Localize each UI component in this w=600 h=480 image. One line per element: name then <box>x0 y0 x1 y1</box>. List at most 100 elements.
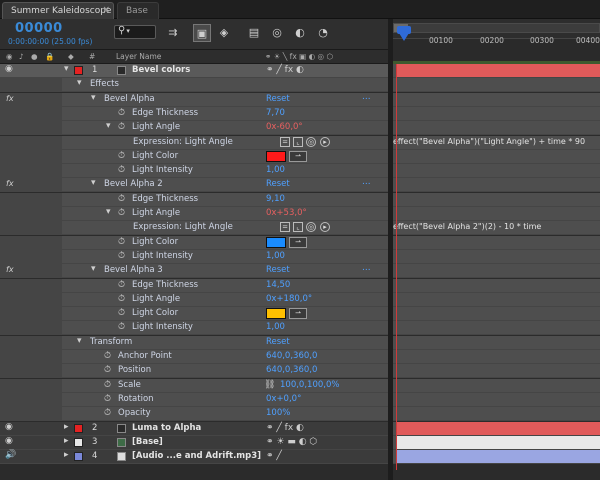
brainstorm-icon[interactable]: ◔ <box>314 24 332 42</box>
property-row[interactable]: ⏱ Opacity 100% <box>0 407 388 421</box>
timeline-track[interactable] <box>393 422 600 436</box>
timeline-track[interactable] <box>393 379 600 393</box>
expression-pickwhip-icon[interactable]: ◎ <box>306 222 316 232</box>
property-row[interactable]: ⏱ Light Intensity 1,00 <box>0 250 388 264</box>
timeline-track[interactable] <box>393 321 600 335</box>
graph-editor-icon[interactable]: ◐ <box>291 24 309 42</box>
expression-enable-icon[interactable]: = <box>280 222 290 232</box>
property-value[interactable]: 1,00 <box>266 251 285 261</box>
property-value[interactable]: 0x+0,0° <box>266 394 301 404</box>
time-ruler[interactable]: 00100 00200 00300 00400 <box>393 19 600 67</box>
property-value[interactable]: 100,0,100,0% <box>280 380 339 390</box>
timeline-track[interactable] <box>393 78 600 92</box>
label-color-box[interactable] <box>74 424 83 433</box>
effect-name[interactable]: Bevel Alpha <box>104 94 155 104</box>
composition-mini-flowchart-icon[interactable]: ⇉ <box>164 24 182 42</box>
layer-row[interactable]: ◉ ▾ 1 Bevel colors ⚭ ╱ fx ◐ <box>0 64 388 78</box>
color-swatch[interactable] <box>266 237 286 248</box>
property-row[interactable]: ⏱ Position 640,0,360,0 <box>0 364 388 378</box>
reset-link[interactable]: Reset <box>266 94 290 104</box>
property-row[interactable]: fx ▾ Bevel Alpha 3 Reset... <box>0 263 388 278</box>
reset-link[interactable]: Reset <box>266 179 290 189</box>
visibility-eye-icon[interactable]: ◉ <box>5 64 13 74</box>
timeline-track[interactable]: effect("Bevel Alpha")("Light Angle") + t… <box>393 136 600 150</box>
current-time-display[interactable]: 00000 <box>15 21 63 36</box>
timeline-track[interactable] <box>393 293 600 307</box>
property-value[interactable]: 0x+180,0° <box>266 294 312 304</box>
effect-fx-icon[interactable]: fx <box>6 265 14 274</box>
expand-twirl-icon[interactable]: ▾ <box>91 178 96 188</box>
reset-link[interactable]: Reset <box>266 337 290 347</box>
timeline-track[interactable] <box>393 107 600 121</box>
timeline-track[interactable] <box>393 279 600 293</box>
stopwatch-icon[interactable]: ⏱ <box>118 151 125 161</box>
expand-twirl-icon[interactable]: ▸ <box>64 450 69 460</box>
expand-twirl-icon[interactable]: ▾ <box>77 78 82 88</box>
timeline-track[interactable] <box>393 193 600 207</box>
property-row[interactable]: ▾ ⏱ Light Angle 0x+53,0° <box>0 207 388 221</box>
expression-enable-icon[interactable]: = <box>280 137 290 147</box>
property-row[interactable]: ⏱ Light Color ⇀ <box>0 307 388 321</box>
expand-twirl-icon[interactable]: ▾ <box>64 64 69 74</box>
expand-twirl-icon[interactable]: ▾ <box>106 121 111 131</box>
timeline-track[interactable] <box>393 264 600 278</box>
expand-twirl-icon[interactable]: ▾ <box>91 93 96 103</box>
stopwatch-icon[interactable]: ⏱ <box>118 122 125 132</box>
timeline-track[interactable] <box>393 336 600 350</box>
property-row[interactable]: ▾ Effects <box>0 78 388 92</box>
frame-blending-icon[interactable]: ▤ <box>245 24 263 42</box>
shy-layers-icon[interactable]: ◈ <box>215 24 233 42</box>
timeline-track[interactable] <box>393 250 600 264</box>
eyedropper-icon[interactable]: ⇀ <box>289 308 307 319</box>
reset-link[interactable]: Reset <box>266 265 290 275</box>
expression-graph-icon[interactable]: ⌞ <box>293 222 303 232</box>
label-color-box[interactable] <box>74 438 83 447</box>
stopwatch-icon[interactable]: ⏱ <box>118 294 125 304</box>
property-row[interactable]: ⏱ Edge Thickness 14,50 <box>0 279 388 293</box>
layer-name[interactable]: Bevel colors <box>132 65 190 75</box>
property-value[interactable]: 0x-60,0° <box>266 122 303 132</box>
timeline-track[interactable] <box>393 150 600 164</box>
timeline-track[interactable] <box>393 121 600 135</box>
layer-duration-bar[interactable] <box>397 422 600 435</box>
timeline-track[interactable] <box>393 207 600 221</box>
timeline-track[interactable] <box>393 350 600 364</box>
expression-language-menu-icon[interactable]: ▸ <box>320 222 330 232</box>
property-value[interactable]: 14,50 <box>266 280 290 290</box>
timeline-track[interactable] <box>393 407 600 421</box>
stopwatch-icon[interactable]: ⏱ <box>104 408 111 418</box>
visibility-eye-icon[interactable]: ◉ <box>5 436 13 446</box>
layer-switches[interactable]: ⚭ ☀ ▬ ◐ ⬡ <box>266 437 317 447</box>
audio-icon[interactable]: 🔊 <box>5 450 16 460</box>
effect-name[interactable]: Bevel Alpha 3 <box>104 265 163 275</box>
stopwatch-icon[interactable]: ⏱ <box>118 194 125 204</box>
property-value[interactable]: 0x+53,0° <box>266 208 307 218</box>
effect-fx-icon[interactable]: fx <box>6 94 14 103</box>
layer-name[interactable]: [Base] <box>132 437 163 447</box>
draft-3d-icon[interactable]: ▣ <box>193 24 211 42</box>
effect-options-dots[interactable]: ... <box>362 177 371 187</box>
layer-name-column[interactable]: Layer Name <box>116 52 161 61</box>
timeline-track[interactable] <box>393 236 600 250</box>
eyedropper-icon[interactable]: ⇀ <box>289 237 307 248</box>
effect-fx-icon[interactable]: fx <box>6 179 14 188</box>
tab-summer-kaleidoscope[interactable]: Summer Kaleidoscope × <box>2 2 114 19</box>
property-row[interactable]: ▾ ⏱ Light Angle 0x-60,0° <box>0 121 388 135</box>
property-value[interactable]: 640,0,360,0 <box>266 351 317 361</box>
property-row[interactable]: ⏱ Light Angle 0x+180,0° <box>0 293 388 307</box>
stopwatch-icon[interactable]: ⏱ <box>118 251 125 261</box>
layer-switches[interactable]: ⚭ ╱ <box>266 451 282 461</box>
property-value[interactable]: 100% <box>266 408 290 418</box>
property-value[interactable]: 1,00 <box>266 165 285 175</box>
playhead-marker[interactable] <box>399 33 409 41</box>
property-row[interactable]: ⏱ Light Intensity 1,00 <box>0 321 388 335</box>
layer-row[interactable]: 🔊 ▸ 4 [Audio ...e and Adrift.mp3] ⚭ ╱ <box>0 450 388 464</box>
property-value[interactable]: 1,00 <box>266 322 285 332</box>
property-row[interactable]: ⏱ Light Color ⇀ <box>0 236 388 250</box>
timeline-track[interactable] <box>393 436 600 450</box>
timeline-track[interactable] <box>393 64 600 78</box>
visibility-eye-icon[interactable]: ◉ <box>5 422 13 432</box>
color-swatch[interactable] <box>266 151 286 162</box>
stopwatch-icon[interactable]: ⏱ <box>118 322 125 332</box>
property-value[interactable]: 7,70 <box>266 108 285 118</box>
